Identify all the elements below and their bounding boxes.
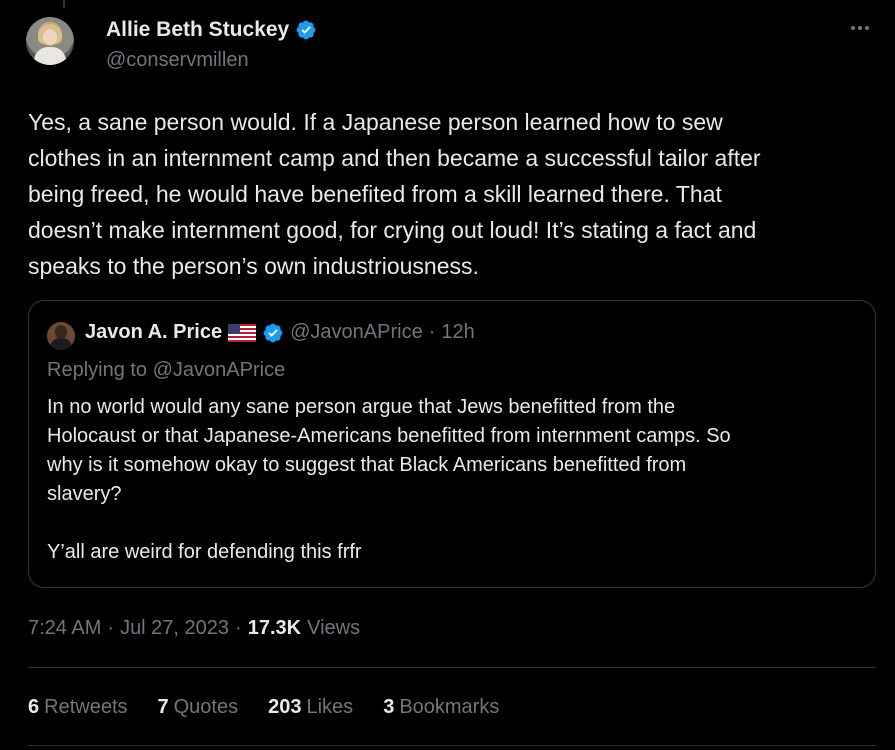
- verified-badge-icon[interactable]: [295, 19, 317, 41]
- tweet-date[interactable]: Jul 27, 2023: [120, 617, 229, 640]
- views-label: Views: [307, 617, 361, 639]
- quoted-author-name[interactable]: Javon A. Price: [85, 321, 222, 344]
- meta-separator: ·: [107, 617, 115, 639]
- tweet-time[interactable]: 7:24 AM: [28, 617, 101, 640]
- author-handle[interactable]: @conservmillen: [106, 49, 249, 72]
- quoted-timestamp[interactable]: 12h: [441, 321, 474, 344]
- tweet-metadata: 7:24 AM · Jul 27, 2023 · 17.3K Views: [28, 617, 360, 640]
- us-flag-icon: [228, 323, 257, 342]
- tweet-text: Yes, a sane person would. If a Japanese …: [28, 109, 761, 279]
- author-name[interactable]: Allie Beth Stuckey: [106, 18, 289, 42]
- stat-count: 203: [268, 696, 302, 718]
- author-avatar[interactable]: [26, 17, 74, 65]
- stat-bookmarks[interactable]: 3 Bookmarks: [383, 696, 499, 719]
- quoted-author-avatar[interactable]: [47, 322, 75, 350]
- stat-label: Bookmarks: [399, 696, 500, 718]
- stat-count: 3: [383, 696, 395, 718]
- divider: [28, 667, 876, 668]
- stat-count: 6: [28, 696, 40, 718]
- replying-to-label[interactable]: Replying to @JavonAPrice: [47, 359, 285, 382]
- stat-count: 7: [157, 696, 169, 718]
- thread-connector-line: [63, 0, 65, 8]
- views-count: 17.3K: [247, 617, 302, 639]
- author-name-row[interactable]: Allie Beth Stuckey: [106, 18, 317, 42]
- stat-label: Quotes: [173, 696, 239, 718]
- quoted-separator: ·: [428, 321, 436, 343]
- divider: [28, 745, 876, 746]
- verified-badge-icon: [263, 323, 283, 342]
- stat-retweets[interactable]: 6 Retweets: [28, 696, 128, 719]
- stat-label: Likes: [306, 696, 354, 718]
- stat-label: Retweets: [44, 696, 128, 718]
- quoted-tweet-header: Javon A. Price @JavonAPrice · 12h: [85, 321, 475, 344]
- quoted-author-handle[interactable]: @JavonAPrice: [290, 321, 423, 344]
- engagement-stats: 6 Retweets 7 Quotes 203 Likes 3 Bookmarks: [28, 696, 529, 719]
- more-horizontal-icon[interactable]: [848, 16, 872, 44]
- stat-quotes[interactable]: 7 Quotes: [158, 696, 239, 719]
- stat-likes[interactable]: 203 Likes: [268, 696, 353, 719]
- meta-separator: ·: [235, 617, 242, 639]
- quoted-tweet-text: In no world would any sane person argue …: [47, 396, 731, 563]
- quoted-tweet-card[interactable]: Javon A. Price @JavonAPrice · 12h Replyi…: [28, 300, 876, 588]
